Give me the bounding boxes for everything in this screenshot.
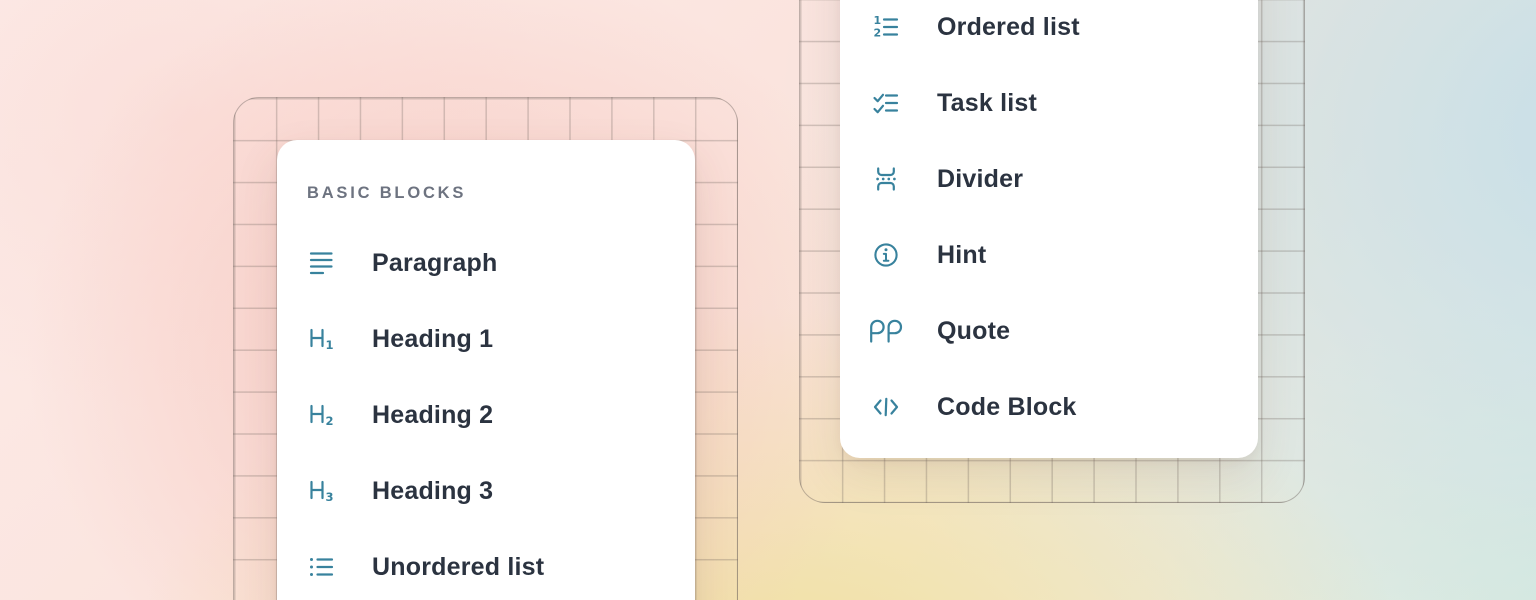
editor-blocks-illustration: BASIC BLOCKS Paragraph 1 Heading 1 — [0, 0, 1536, 600]
heading-2-icon: 2 — [303, 401, 339, 429]
unordered-list-icon — [303, 553, 339, 581]
divider-icon — [868, 165, 904, 193]
menu-item-label: Heading 3 — [372, 479, 493, 504]
task-list-icon — [868, 89, 904, 117]
section-title: BASIC BLOCKS — [307, 183, 695, 203]
menu-item-label: Code Block — [937, 395, 1077, 420]
svg-text:3: 3 — [326, 490, 334, 504]
menu-item-code-block[interactable]: Code Block — [840, 369, 1258, 445]
svg-text:2: 2 — [326, 414, 334, 428]
basic-blocks-list: Paragraph 1 Heading 1 2 — [277, 225, 695, 600]
svg-text:2: 2 — [874, 27, 882, 40]
menu-item-label: Task list — [937, 91, 1037, 116]
code-block-icon — [868, 393, 904, 421]
menu-item-label: Quote — [937, 319, 1010, 344]
menu-item-label: Heading 1 — [372, 327, 493, 352]
menu-item-heading-1[interactable]: 1 Heading 1 — [277, 301, 695, 377]
menu-item-hint[interactable]: Hint — [840, 217, 1258, 293]
menu-item-heading-2[interactable]: 2 Heading 2 — [277, 377, 695, 453]
menu-item-task-list[interactable]: Task list — [840, 65, 1258, 141]
basic-blocks-menu: BASIC BLOCKS Paragraph 1 Heading 1 — [277, 140, 695, 600]
menu-item-label: Unordered list — [372, 555, 544, 580]
svg-text:1: 1 — [326, 338, 334, 352]
menu-item-divider[interactable]: Divider — [840, 141, 1258, 217]
menu-item-label: Heading 2 — [372, 403, 493, 428]
heading-1-icon: 1 — [303, 325, 339, 353]
menu-item-paragraph[interactable]: Paragraph — [277, 225, 695, 301]
menu-item-label: Paragraph — [372, 251, 497, 276]
menu-item-unordered-list[interactable]: Unordered list — [277, 529, 695, 600]
menu-item-ordered-list[interactable]: 1 2 Ordered list — [840, 0, 1258, 65]
blocks-list: 1 2 Ordered list Task list — [840, 0, 1258, 445]
menu-item-heading-3[interactable]: 3 Heading 3 — [277, 453, 695, 529]
paragraph-icon — [303, 249, 339, 277]
menu-item-quote[interactable]: Quote — [840, 293, 1258, 369]
menu-item-label: Divider — [937, 167, 1023, 192]
menu-item-label: Hint — [937, 243, 986, 268]
svg-text:1: 1 — [874, 14, 882, 27]
quote-icon — [868, 317, 904, 345]
menu-item-label: Ordered list — [937, 15, 1080, 40]
blocks-menu-continued: 1 2 Ordered list Task list — [840, 0, 1258, 458]
ordered-list-icon: 1 2 — [868, 13, 904, 41]
hint-icon — [868, 241, 904, 269]
heading-3-icon: 3 — [303, 477, 339, 505]
